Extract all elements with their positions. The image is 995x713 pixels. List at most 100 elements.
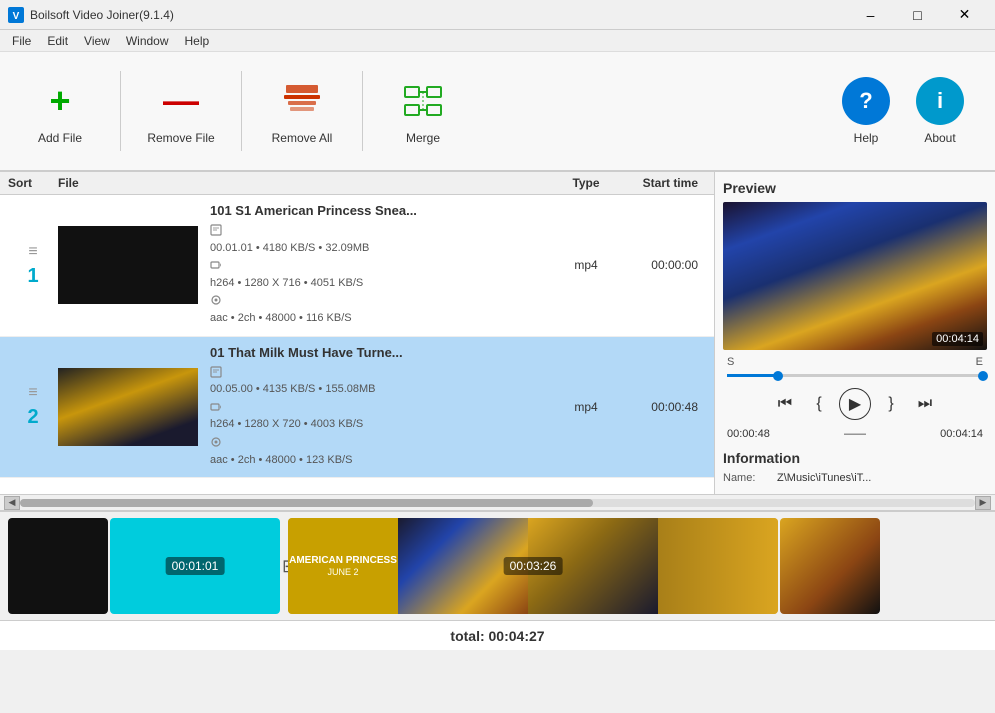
- timeline-clip-1-cyan[interactable]: 00:01:01: [110, 518, 280, 614]
- row-type-1: mp4: [556, 258, 616, 272]
- merge-icon: [399, 77, 447, 125]
- drag-handle-icon: ≡: [28, 243, 37, 261]
- meta-file-2: 00.05.00 • 4135 KB/S • 155.08MB: [210, 364, 556, 399]
- info-name-label: Name:: [723, 472, 773, 484]
- play-button[interactable]: ▶: [839, 388, 871, 420]
- help-label: Help: [854, 131, 879, 145]
- row-sort-1: ≡ 1: [8, 243, 58, 288]
- header-sort: Sort: [8, 176, 58, 190]
- toolbar-separator-2: [241, 71, 242, 151]
- slider-track: [727, 374, 983, 377]
- scroll-right-button[interactable]: ▶: [975, 496, 991, 510]
- row-meta-1: 00.01.01 • 4180 KB/S • 32.09MB h264 • 12…: [210, 222, 556, 328]
- toolbar-separator-1: [120, 71, 121, 151]
- window-title: Boilsoft Video Joiner(9.1.4): [30, 8, 848, 22]
- preview-title: Preview: [723, 180, 987, 196]
- merge-button[interactable]: Merge: [383, 77, 463, 145]
- info-name-value: Z\Music\iTunes\iT...: [777, 472, 871, 484]
- remove-icon: —: [157, 77, 205, 125]
- slider-s-label: S: [727, 356, 734, 368]
- toolbar-separator-3: [362, 71, 363, 151]
- clip-poster-title: AMERICAN PRINCESS: [289, 555, 397, 567]
- add-file-button[interactable]: + Add File: [20, 77, 100, 145]
- row-starttime-2: 00:00:48: [616, 400, 706, 414]
- timeline-clip-1-dark[interactable]: [8, 518, 108, 614]
- help-about-group: ? Help i About: [831, 77, 975, 145]
- timeline-clip-2-gold[interactable]: AMERICAN PRINCESS JUNE 2 00:03:26: [288, 518, 778, 614]
- time-display: 00:00:48 —— 00:04:14: [723, 428, 987, 440]
- total-label: total: 00:04:27: [450, 628, 544, 644]
- clip-frames: [398, 518, 778, 614]
- scrollbar-track[interactable]: [20, 499, 975, 507]
- remove-all-label: Remove All: [272, 131, 333, 145]
- remove-file-button[interactable]: — Remove File: [141, 77, 221, 145]
- thumbnail-2: [58, 368, 198, 446]
- join-icon: ⊞: [282, 556, 286, 577]
- minimize-button[interactable]: –: [848, 0, 893, 30]
- close-button[interactable]: ✕: [942, 0, 987, 30]
- meta-audio-1: aac • 2ch • 48000 • 116 KB/S: [210, 292, 556, 327]
- timeline: 00:01:01 ⊞ AMERICAN PRINCESS JUNE 2: [0, 510, 995, 620]
- slider-thumb-end[interactable]: [978, 371, 988, 381]
- add-file-label: Add File: [38, 131, 82, 145]
- app-icon: V: [8, 7, 24, 23]
- remove-file-label: Remove File: [147, 131, 214, 145]
- content-area: Sort File Type Start time ≡ 1 101 S1 Ame…: [0, 172, 995, 494]
- file-list: Sort File Type Start time ≡ 1 101 S1 Ame…: [0, 172, 715, 494]
- set-end-button[interactable]: }: [877, 390, 905, 418]
- row-number-1: 1: [27, 265, 38, 288]
- row-info-1: 101 S1 American Princess Snea... 00.01.0…: [210, 203, 556, 328]
- clip-poster: AMERICAN PRINCESS JUNE 2: [288, 518, 398, 614]
- clip-1-time-label: 00:01:01: [166, 557, 225, 575]
- preview-video: 00:04:14: [723, 202, 987, 350]
- time-start: 00:00:48: [727, 428, 770, 440]
- timeline-clip-3-dark[interactable]: [780, 518, 880, 614]
- merge-label: Merge: [406, 131, 440, 145]
- scroll-left-button[interactable]: ◀: [4, 496, 20, 510]
- menu-view[interactable]: View: [76, 32, 118, 50]
- scrollbar-area: ◀ ▶: [0, 494, 995, 510]
- slider-thumb-start[interactable]: [773, 371, 783, 381]
- maximize-button[interactable]: □: [895, 0, 940, 30]
- total-bar: total: 00:04:27: [0, 620, 995, 650]
- meta-video-2: h264 • 1280 X 720 • 4003 KB/S: [210, 399, 556, 434]
- row-starttime-1: 00:00:00: [616, 258, 706, 272]
- header-type: Type: [556, 176, 616, 190]
- thumbnail-1: [58, 226, 198, 304]
- remove-all-button[interactable]: Remove All: [262, 77, 342, 145]
- transport-controls: ⏮ { ▶ } ⏭: [723, 386, 987, 422]
- menu-window[interactable]: Window: [118, 32, 177, 50]
- slider-fill: [727, 374, 778, 377]
- menu-file[interactable]: File: [4, 32, 39, 50]
- toolbar: + Add File — Remove File Remove All: [0, 52, 995, 172]
- menu-edit[interactable]: Edit: [39, 32, 76, 50]
- table-row[interactable]: ≡ 2 01 That Milk Must Have Turne... 00.0…: [0, 337, 714, 479]
- drag-handle-icon: ≡: [28, 384, 37, 402]
- menu-help[interactable]: Help: [177, 32, 218, 50]
- preview-slider[interactable]: [727, 370, 983, 380]
- menu-bar: File Edit View Window Help: [0, 30, 995, 52]
- about-label: About: [924, 131, 955, 145]
- header-start-time: Start time: [616, 176, 706, 190]
- timeline-inner: 00:01:01 ⊞ AMERICAN PRINCESS JUNE 2: [0, 512, 995, 620]
- slider-labels: S E: [727, 356, 983, 368]
- meta-file-1: 00.01.01 • 4180 KB/S • 32.09MB: [210, 222, 556, 257]
- set-start-button[interactable]: {: [805, 390, 833, 418]
- scrollbar-thumb[interactable]: [20, 499, 593, 507]
- about-button[interactable]: i About: [905, 77, 975, 145]
- table-row[interactable]: ≡ 1 101 S1 American Princess Snea... 00.…: [0, 195, 714, 337]
- help-button[interactable]: ? Help: [831, 77, 901, 145]
- main-area: Sort File Type Start time ≡ 1 101 S1 Ame…: [0, 172, 995, 650]
- remove-all-icon: [278, 77, 326, 125]
- clip-2-time-label: 00:03:26: [504, 557, 563, 575]
- clip-poster-sub: JUNE 2: [327, 567, 358, 577]
- information-title: Information: [723, 450, 987, 466]
- skip-to-start-button[interactable]: ⏮: [771, 390, 799, 418]
- meta-video-1: h264 • 1280 X 716 • 4051 KB/S: [210, 257, 556, 292]
- row-info-2: 01 That Milk Must Have Turne... 00.05.00…: [210, 345, 556, 470]
- information-section: Information Name: Z\Music\iTunes\iT...: [723, 450, 987, 486]
- help-icon: ?: [842, 77, 890, 125]
- preview-time-overlay: 00:04:14: [932, 332, 983, 346]
- header-file: File: [58, 176, 556, 190]
- skip-to-end-button[interactable]: ⏭: [911, 390, 939, 418]
